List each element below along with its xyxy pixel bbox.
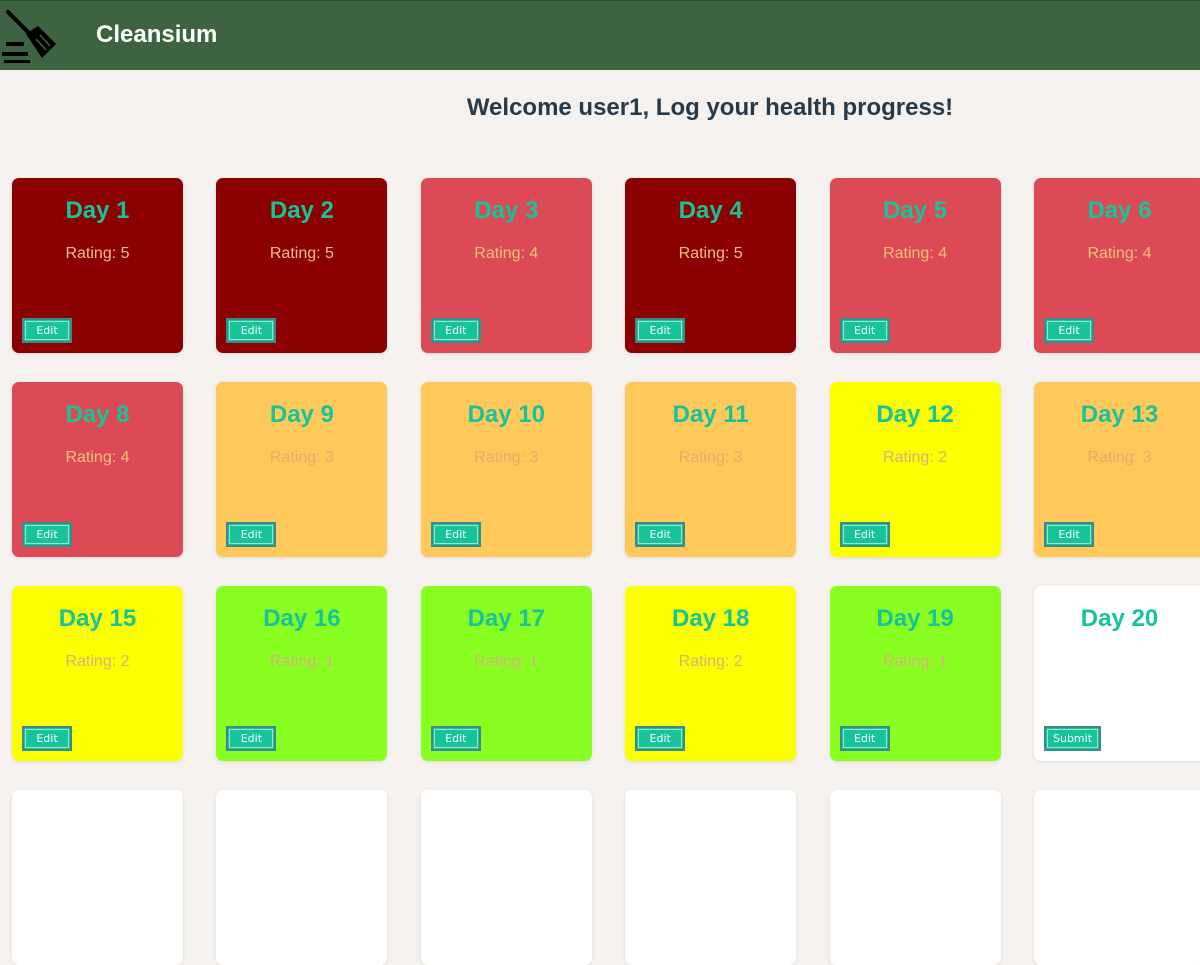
day-card: Day 15 Rating: 2 Edit bbox=[12, 586, 183, 761]
day-card: Day 9 Rating: 3 Edit bbox=[216, 382, 388, 557]
day-card: Day 19 Rating: 1 Edit bbox=[829, 586, 1001, 761]
day-rating: Rating: 1 bbox=[474, 653, 539, 670]
day-card: Day 16 Rating: 1 Edit bbox=[216, 586, 388, 761]
day-title: Day 9 bbox=[269, 401, 334, 428]
day-card bbox=[12, 790, 183, 965]
submit-button[interactable]: Submit bbox=[1044, 726, 1102, 751]
day-card: Day 17 Rating: 1 Edit bbox=[420, 586, 592, 761]
day-title: Day 16 bbox=[263, 605, 341, 632]
day-title: Day 5 bbox=[883, 197, 948, 224]
edit-button[interactable]: Edit bbox=[839, 726, 890, 751]
day-rating: Rating: 4 bbox=[883, 245, 948, 262]
broom-icon[interactable] bbox=[2, 6, 62, 64]
day-rating: Rating: 3 bbox=[678, 449, 743, 466]
day-rating: Rating: 4 bbox=[1087, 245, 1152, 262]
edit-button[interactable]: Edit bbox=[22, 726, 72, 751]
edit-button[interactable]: Edit bbox=[635, 726, 686, 751]
edit-button[interactable]: Edit bbox=[1044, 318, 1094, 343]
day-card: Day 4 Rating: 5 Edit bbox=[625, 178, 797, 353]
day-title: Day 1 bbox=[65, 197, 130, 224]
day-rating: Rating: 2 bbox=[65, 653, 130, 670]
day-card: Day 2 Rating: 5 Edit bbox=[216, 178, 388, 353]
day-rating: Rating: 1 bbox=[883, 653, 948, 670]
day-card: Day 12 Rating: 2 Edit bbox=[829, 382, 1001, 557]
day-title: Day 2 bbox=[269, 197, 334, 224]
day-rating: Rating: 4 bbox=[474, 245, 539, 262]
edit-button[interactable]: Edit bbox=[839, 318, 890, 343]
day-title: Day 15 bbox=[58, 605, 137, 632]
edit-button[interactable]: Edit bbox=[635, 522, 686, 547]
day-card bbox=[216, 790, 388, 965]
day-card: Day 20 Submit bbox=[1034, 586, 1200, 761]
day-title: Day 6 bbox=[1087, 197, 1152, 224]
edit-button[interactable]: Edit bbox=[430, 726, 481, 751]
edit-button[interactable]: Edit bbox=[22, 318, 72, 343]
day-card: Day 8 Rating: 4 Edit bbox=[12, 382, 183, 557]
day-title: Day 13 bbox=[1080, 401, 1159, 428]
day-title: Day 18 bbox=[671, 605, 750, 632]
day-rating: Rating: 3 bbox=[474, 449, 539, 466]
edit-button[interactable]: Edit bbox=[839, 522, 890, 547]
edit-button[interactable]: Edit bbox=[226, 522, 277, 547]
edit-button[interactable]: Edit bbox=[1044, 522, 1094, 547]
day-title: Day 11 bbox=[672, 401, 749, 428]
edit-button[interactable]: Edit bbox=[22, 522, 72, 547]
day-card: Day 11 Rating: 3 Edit bbox=[625, 382, 797, 557]
day-rating: Rating: 4 bbox=[65, 449, 130, 466]
day-card bbox=[829, 790, 1001, 965]
day-title: Day 17 bbox=[467, 605, 545, 632]
day-card bbox=[1034, 790, 1200, 965]
day-rating: Rating: 3 bbox=[269, 449, 334, 466]
navbar: Cleansium bbox=[0, 0, 1200, 70]
welcome-heading: Welcome user1, Log your health progress! bbox=[466, 94, 954, 121]
brand-title[interactable]: Cleansium bbox=[96, 21, 217, 49]
day-card: Day 6 Rating: 4 Edit bbox=[1034, 178, 1200, 353]
day-rating: Rating: 5 bbox=[65, 245, 130, 262]
day-title: Day 12 bbox=[876, 401, 954, 428]
day-title: Day 20 bbox=[1080, 605, 1159, 632]
day-rating: Rating: 5 bbox=[678, 245, 743, 262]
day-rating: Rating: 1 bbox=[269, 653, 334, 670]
day-rating: Rating: 5 bbox=[269, 245, 334, 262]
edit-button[interactable]: Edit bbox=[635, 318, 686, 343]
day-rating: Rating: 2 bbox=[678, 653, 743, 670]
edit-button[interactable]: Edit bbox=[430, 318, 481, 343]
day-card bbox=[420, 790, 592, 965]
day-card: Day 10 Rating: 3 Edit bbox=[420, 382, 592, 557]
day-rating: Rating: 3 bbox=[1087, 449, 1152, 466]
day-title: Day 19 bbox=[876, 605, 954, 632]
edit-button[interactable]: Edit bbox=[226, 318, 277, 343]
day-card: Day 13 Rating: 3 Edit bbox=[1034, 382, 1200, 557]
day-title: Day 8 bbox=[65, 401, 130, 428]
edit-button[interactable]: Edit bbox=[226, 726, 277, 751]
day-card bbox=[625, 790, 797, 965]
day-title: Day 3 bbox=[474, 197, 539, 224]
day-card: Day 1 Rating: 5 Edit bbox=[12, 178, 183, 353]
day-card: Day 5 Rating: 4 Edit bbox=[829, 178, 1001, 353]
day-title: Day 10 bbox=[467, 401, 545, 428]
day-title: Day 4 bbox=[678, 197, 743, 224]
day-card: Day 3 Rating: 4 Edit bbox=[420, 178, 592, 353]
day-card: Day 18 Rating: 2 Edit bbox=[625, 586, 797, 761]
edit-button[interactable]: Edit bbox=[430, 522, 481, 547]
day-rating: Rating: 2 bbox=[883, 449, 948, 466]
